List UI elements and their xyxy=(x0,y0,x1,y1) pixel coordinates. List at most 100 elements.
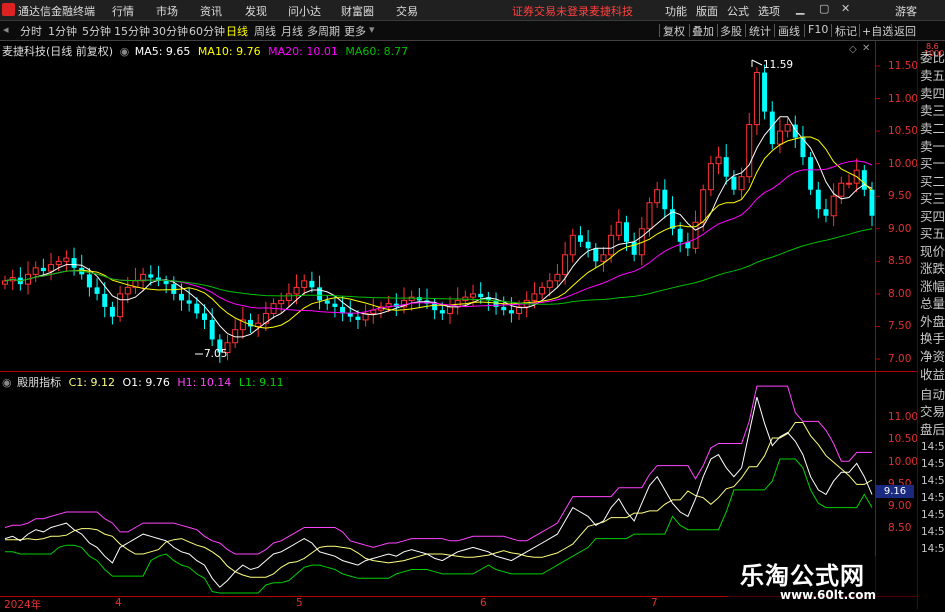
period-tab-30min[interactable]: 30分钟 xyxy=(152,23,188,39)
side-item[interactable]: 交易 xyxy=(920,401,945,420)
candle-body xyxy=(432,303,438,311)
side-item[interactable]: 盘后 xyxy=(920,419,945,438)
candle-body xyxy=(63,257,70,262)
candle-body xyxy=(209,319,215,340)
period-tab-monthly[interactable]: 月线 xyxy=(281,23,303,39)
maximize-icon[interactable]: ▢ xyxy=(819,2,829,15)
menu-item-trade[interactable]: 交易 xyxy=(396,3,418,19)
candle-body xyxy=(124,286,131,295)
candle-body xyxy=(861,170,867,190)
close-icon[interactable]: ✕ xyxy=(841,2,850,15)
candle-body xyxy=(600,254,607,262)
more-dropdown-icon[interactable]: ▾ xyxy=(369,23,375,36)
menu-item-ask[interactable]: 问小达 xyxy=(288,3,321,19)
side-item[interactable]: 买五 xyxy=(920,223,945,242)
diamond-icon[interactable]: ◇ xyxy=(849,44,857,55)
candle-body xyxy=(317,287,323,301)
side-item[interactable]: 换手 xyxy=(920,328,945,347)
tool-mark[interactable]: 标记 xyxy=(835,23,857,39)
side-item[interactable]: 卖五 xyxy=(920,65,945,84)
candle-body xyxy=(255,322,262,327)
current-value-badge: 9.16 xyxy=(876,485,914,498)
menu-item-wealth[interactable]: 财富圈 xyxy=(341,3,374,19)
candle-body xyxy=(838,182,845,197)
candle-body xyxy=(646,202,653,230)
main-legend: 麦捷科技(日线 前复权) ◉ MA5: 9.65 MA10: 9.76 MA20… xyxy=(2,43,408,59)
candle-body xyxy=(593,248,599,262)
period-tab-multi[interactable]: 多周期 xyxy=(307,23,340,39)
high-price-label: 11.59 xyxy=(763,59,794,71)
side-item[interactable]: 委比 xyxy=(920,47,945,66)
time-tick: 2024年 xyxy=(4,599,42,611)
period-tab-60min[interactable]: 60分钟 xyxy=(189,23,225,39)
candle-body xyxy=(186,300,192,304)
toolbar-scroll-icon[interactable]: ◂ xyxy=(3,23,9,36)
price-axis: 11.50 11.00 10.50 10.00 9.50 9.00 8.50 8… xyxy=(876,0,918,609)
candle-body xyxy=(109,306,115,317)
side-item[interactable]: 卖三 xyxy=(920,100,945,119)
candle-body xyxy=(148,274,154,278)
candle-body xyxy=(715,156,722,165)
menu-item-functions[interactable]: 功能 xyxy=(665,3,687,19)
menu-item-market[interactable]: 市场 xyxy=(156,3,178,19)
side-time: 14:56 xyxy=(921,509,945,521)
period-tab-1min[interactable]: 1分钟 xyxy=(48,23,77,39)
menu-bar: 通达信金融终端 行情 市场 资讯 发现 问小达 财富圈 交易 证券交易未登录 麦… xyxy=(0,0,945,21)
period-tab-intraday[interactable]: 分时 xyxy=(20,23,42,39)
tool-stats[interactable]: 统计 xyxy=(749,23,771,39)
tool-multi-stock[interactable]: 多股 xyxy=(720,23,742,39)
candle-body xyxy=(102,293,108,307)
menu-item-formula[interactable]: 公式 xyxy=(727,3,749,19)
h1-line xyxy=(4,385,872,555)
tool-f10[interactable]: F10 xyxy=(808,23,828,36)
candle-body xyxy=(700,189,707,223)
candle-body xyxy=(615,221,622,236)
app-logo-icon xyxy=(2,3,15,16)
side-item[interactable]: 净资 xyxy=(920,346,945,365)
period-tab-daily[interactable]: 日线 xyxy=(226,23,248,39)
ma5-label: MA5: 9.65 xyxy=(134,45,191,58)
close-panel-icon[interactable]: ✕ xyxy=(862,43,870,54)
menu-item-options[interactable]: 选项 xyxy=(758,3,780,19)
toolbar-divider xyxy=(659,24,660,37)
time-tick: 7 xyxy=(651,597,658,609)
menu-item-news[interactable]: 资讯 xyxy=(200,3,222,19)
settings-circle-icon[interactable]: ◉ xyxy=(120,45,130,58)
tool-overlay[interactable]: 叠加 xyxy=(692,23,714,39)
period-tab-more[interactable]: 更多 xyxy=(344,23,366,39)
period-tab-5min[interactable]: 5分钟 xyxy=(82,23,111,39)
candle-body xyxy=(86,274,92,288)
side-item[interactable]: 总量 xyxy=(920,293,945,312)
tool-adjust[interactable]: 复权 xyxy=(663,23,685,39)
low-price-label: 7.05 xyxy=(204,348,228,360)
candle-body xyxy=(654,189,661,204)
login-alert[interactable]: 证券交易未登录 xyxy=(512,3,589,19)
side-item[interactable]: 买三 xyxy=(920,188,945,207)
kline-chart[interactable] xyxy=(0,41,917,609)
candle-body xyxy=(677,228,683,242)
candle-body xyxy=(293,286,300,295)
c1-line xyxy=(5,422,873,578)
period-tab-weekly[interactable]: 周线 xyxy=(254,23,276,39)
toolbar-divider xyxy=(774,24,775,37)
minimize-icon[interactable]: ▁ xyxy=(796,2,804,15)
candle-body xyxy=(416,297,422,301)
menu-item-discover[interactable]: 发现 xyxy=(245,3,267,19)
candle-body xyxy=(508,310,514,314)
side-item[interactable]: 涨跌 xyxy=(920,258,945,277)
side-item[interactable]: 收益 xyxy=(920,364,945,383)
settings-circle-icon[interactable]: ◉ xyxy=(2,376,12,389)
candle-body xyxy=(746,124,753,178)
menu-item-layout[interactable]: 版面 xyxy=(696,3,718,19)
candle-body xyxy=(94,287,100,294)
side-item[interactable]: 卖二 xyxy=(920,118,945,137)
menu-item-quotes[interactable]: 行情 xyxy=(112,3,134,19)
period-tab-15min[interactable]: 15分钟 xyxy=(114,23,150,39)
side-item[interactable]: 买一 xyxy=(920,153,945,172)
toolbar-divider xyxy=(859,24,860,37)
high-marker-arrow xyxy=(751,59,763,66)
period-toolbar: ◂ 分时 1分钟 5分钟 15分钟 30分钟 60分钟 日线 周线 月线 多周期… xyxy=(0,21,945,41)
candle-body xyxy=(662,189,668,210)
tool-draw[interactable]: 画线 xyxy=(778,23,800,39)
candle-body xyxy=(470,293,477,298)
